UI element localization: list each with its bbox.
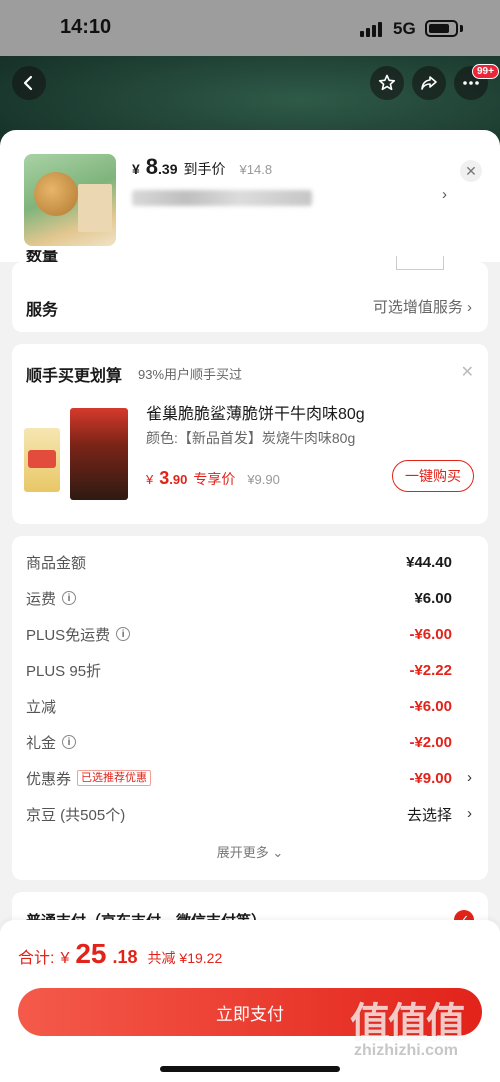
shipping-label: 运费 [26,590,57,608]
bundle-title: 顺手买更划算 [26,368,123,385]
currency-symbol: ¥ [132,161,140,177]
chevron-right-icon[interactable]: › [467,805,472,822]
shipping-row: 运费 i ¥6.00 [26,587,452,609]
gift-credit-label: 礼金 [26,734,57,752]
bundle-original-price: ¥9.90 [247,472,280,487]
currency-symbol: ¥ [146,472,154,487]
chevron-right-icon: › [467,299,472,316]
total-decimal: .18 [112,947,138,967]
bundle-price-value: 3.90 [159,468,188,488]
back-button[interactable] [12,66,46,100]
instant-discount-value: -¥6.00 [409,697,452,715]
original-price: ¥14.8 [239,162,273,177]
bundle-price-tag: 专享价 [193,471,236,487]
info-icon[interactable]: i [62,735,77,749]
close-icon: ✕ [465,162,477,179]
chevron-down-icon: ⌄ [272,845,284,860]
plus-discount-row: PLUS 95折 -¥2.22 [26,659,452,681]
gift-credit-value: -¥2.00 [409,733,452,751]
one-click-buy-button[interactable]: 一键购买 [392,460,474,492]
coupon-label: 优惠券 [26,770,72,788]
total-amount: 合计: ¥25.18 共减 ¥19.22 [18,938,222,970]
package-image [78,184,112,232]
coupon-value: -¥9.00 [409,769,452,787]
snack-pack-image [24,428,60,492]
clock: 14:10 [60,16,112,38]
signal-icon [360,22,382,37]
gift-credit-row: 礼金 i -¥2.00 [26,731,452,753]
status-bar: 14:10 5G [0,0,500,56]
goods-amount-value: ¥44.40 [406,553,452,571]
jd-bean-row[interactable]: 京豆 (共505个) 去选择 [26,803,452,825]
plus-free-shipping-row: PLUS免运费 i -¥6.00 [26,623,452,645]
total-saved: 共减 ¥19.22 [147,950,223,966]
watermark-url: zhizhizhi.com [354,1042,458,1059]
star-icon [378,74,396,91]
bundle-product-image[interactable] [24,398,130,502]
quantity-label: 数量 [26,250,59,262]
coupon-tag: 已选推荐优惠 [77,770,152,786]
jd-bean-label: 京豆 (共505个) [26,806,126,824]
service-label: 服务 [26,302,59,319]
jd-bean-select[interactable]: 去选择 [407,804,452,825]
favorite-button[interactable] [370,66,404,100]
service-card: 服务 可选增值服务 › [12,262,488,332]
info-icon[interactable]: i [62,591,77,605]
close-button[interactable]: ✕ [460,160,482,182]
network-type: 5G [393,19,416,38]
service-selector[interactable]: 可选增值服务 › [373,296,472,317]
dismiss-icon[interactable]: ✕ [461,362,474,382]
currency-symbol: ¥ [60,950,70,967]
instant-discount-row: 立减 -¥6.00 [26,695,452,717]
quantity-stepper[interactable] [396,256,444,270]
fee-summary-card: 商品金额 ¥44.40 运费 i ¥6.00 PLUS免运费 i -¥6.00 PL… [12,536,488,880]
coupon-row[interactable]: 优惠券 已选推荐优惠 -¥9.00 [26,767,452,789]
back-arrow-icon [23,75,33,91]
expand-more-button[interactable]: 展开更多 ⌄ [12,842,488,861]
bundle-price: ¥3.90 专享价 ¥9.90 [146,468,280,489]
bundle-subtitle: 93%用户顺手买过 [138,367,243,382]
share-icon [421,76,437,90]
bundle-card: 顺手买更划算 93%用户顺手买过 ✕ 雀巢脆脆鲨薄脆饼干牛肉味80g 颜色:【新… [12,344,488,524]
shipping-value: ¥6.00 [414,589,452,607]
instant-discount-label: 立减 [26,698,57,716]
plus-free-shipping-label: PLUS免运费 [26,626,111,644]
total-integer: 25 [75,938,107,969]
blurred-product-title [132,190,312,206]
battery-icon [425,20,458,37]
price-integer: 8.39 [145,154,178,179]
mooncake-image [34,172,78,216]
goods-amount-label: 商品金额 [26,554,87,572]
watermark-logo: 值值值 [350,1001,466,1045]
message-badge: 99+ [472,64,499,79]
plus-discount-value: -¥2.22 [409,661,452,679]
share-button[interactable] [412,66,446,100]
info-icon[interactable]: i [116,627,131,641]
plus-free-shipping-value: -¥6.00 [409,625,452,643]
price-label: 到手价 [183,161,226,177]
plus-discount-label: PLUS 95折 [26,662,102,680]
snack-box-image [70,408,128,500]
bundle-product-name[interactable]: 雀巢脆脆鲨薄脆饼干牛肉味80g [146,400,365,424]
home-indicator [160,1066,340,1072]
goods-amount-row: 商品金额 ¥44.40 [26,551,452,573]
product-thumbnail[interactable] [24,154,116,246]
product-price: ¥8.39 到手价 ¥14.8 [132,154,272,180]
total-label: 合计: [18,950,55,967]
bundle-product-spec: 颜色:【新品首发】炭烧牛肉味80g [146,430,356,446]
chevron-right-icon[interactable]: › [442,186,447,203]
battery-cap [460,25,463,32]
chevron-right-icon[interactable]: › [467,769,472,786]
